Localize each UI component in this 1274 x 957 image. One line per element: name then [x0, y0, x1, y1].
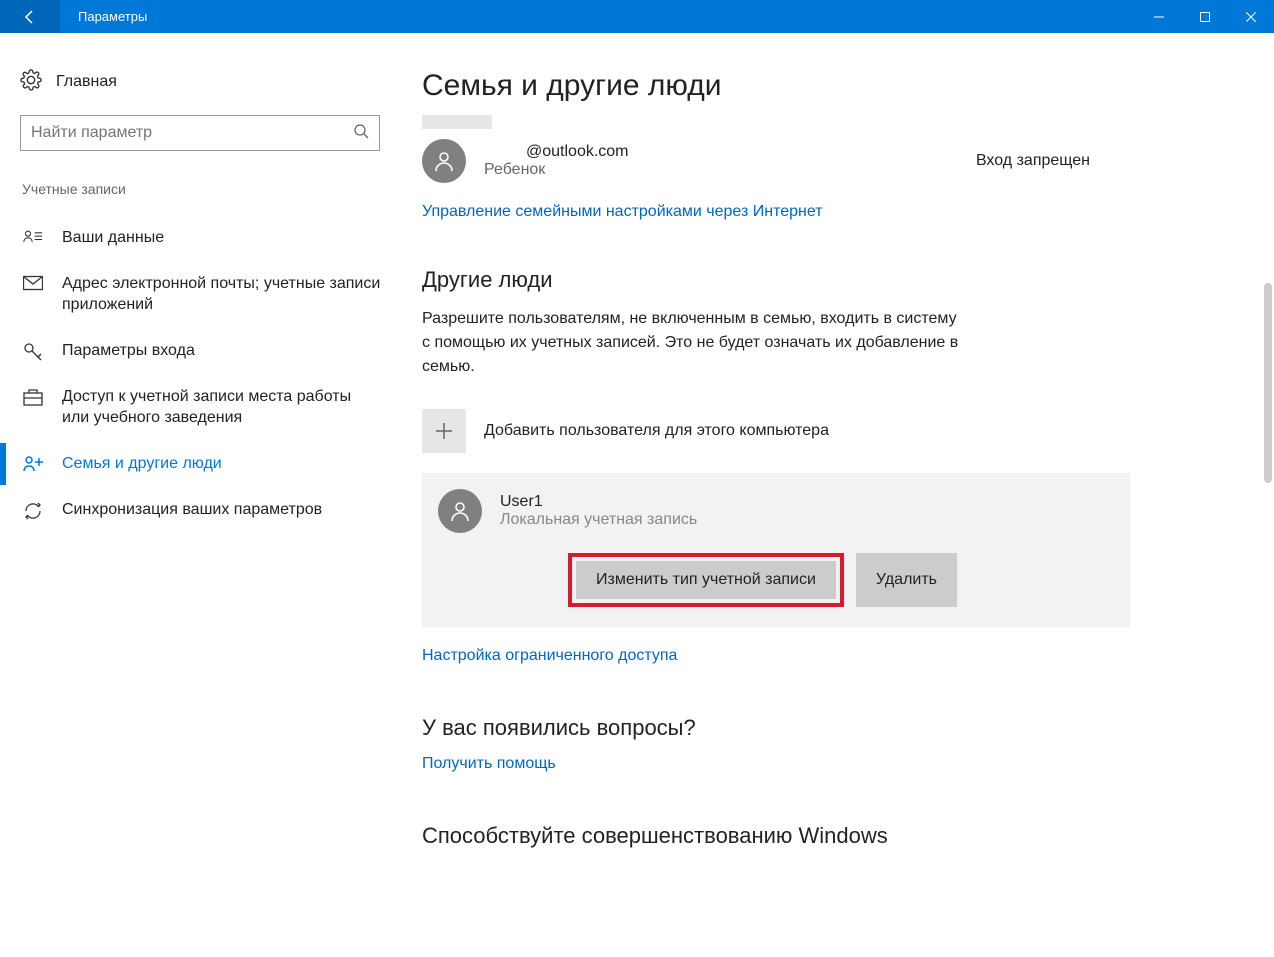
window-title: Параметры	[60, 9, 1136, 24]
avatar	[422, 139, 466, 183]
user-name: User1	[500, 493, 697, 511]
questions-title: У вас появились вопросы?	[422, 715, 1130, 741]
sidebar-item-label: Ваши данные	[62, 227, 164, 249]
sidebar-item-sync[interactable]: Синхронизация ваших параметров	[20, 487, 390, 533]
titlebar: Параметры	[0, 0, 1274, 33]
family-member-email: @outlook.com	[484, 143, 958, 161]
mail-icon	[22, 273, 44, 291]
family-member-status: Вход запрещен	[976, 152, 1130, 170]
sidebar-item-label: Синхронизация ваших параметров	[62, 499, 322, 521]
redacted-block	[422, 115, 492, 129]
sidebar-item-family[interactable]: Семья и другие люди	[20, 441, 390, 487]
family-member-row[interactable]: @outlook.com Ребенок Вход запрещен	[422, 139, 1130, 183]
scrollbar[interactable]	[1264, 283, 1272, 483]
sidebar-item-label: Параметры входа	[62, 340, 195, 362]
highlight-annotation: Изменить тип учетной записи	[568, 553, 844, 607]
back-button[interactable]	[0, 0, 60, 33]
plus-icon	[422, 409, 466, 453]
avatar	[438, 489, 482, 533]
sidebar-item-label: Семья и другие люди	[62, 453, 222, 475]
gear-icon	[20, 69, 42, 95]
get-help-link[interactable]: Получить помощь	[422, 755, 556, 773]
close-button[interactable]	[1228, 0, 1274, 33]
main-content: Семья и другие люди @outlook.com Ребенок…	[410, 33, 1274, 957]
search-input[interactable]	[20, 115, 380, 151]
restricted-access-link[interactable]: Настройка ограниченного доступа	[422, 647, 677, 665]
window-controls	[1136, 0, 1274, 33]
other-people-desc: Разрешите пользователям, не включенным в…	[422, 307, 962, 379]
sidebar-item-signin[interactable]: Параметры входа	[20, 328, 390, 374]
sidebar-item-work[interactable]: Доступ к учетной записи места работы или…	[20, 374, 390, 441]
key-icon	[22, 340, 44, 362]
maximize-button[interactable]	[1182, 0, 1228, 33]
manage-family-link[interactable]: Управление семейными настройками через И…	[422, 203, 823, 221]
add-user-row[interactable]: Добавить пользователя для этого компьюте…	[422, 409, 1130, 453]
other-people-title: Другие люди	[422, 267, 1130, 293]
briefcase-icon	[22, 386, 44, 406]
search-field[interactable]	[31, 124, 353, 142]
sync-icon	[22, 499, 44, 521]
change-account-type-button[interactable]: Изменить тип учетной записи	[576, 561, 836, 599]
user-card[interactable]: User1 Локальная учетная запись Изменить …	[422, 473, 1130, 627]
sidebar-home[interactable]: Главная	[20, 63, 390, 115]
family-member-role: Ребенок	[484, 161, 958, 179]
improve-title: Способствуйте совершенствованию Windows	[422, 823, 1130, 849]
minimize-button[interactable]	[1136, 0, 1182, 33]
people-icon	[22, 453, 44, 473]
sidebar-item-your-info[interactable]: Ваши данные	[20, 215, 390, 261]
sidebar-item-label: Адрес электронной почты; учетные записи …	[62, 273, 382, 316]
sidebar-item-label: Доступ к учетной записи места работы или…	[62, 386, 382, 429]
delete-button[interactable]: Удалить	[856, 553, 957, 607]
add-user-label: Добавить пользователя для этого компьюте…	[484, 422, 829, 440]
person-badge-icon	[22, 227, 44, 245]
user-type: Локальная учетная запись	[500, 511, 697, 529]
sidebar-home-label: Главная	[56, 73, 117, 91]
sidebar-group-title: Учетные записи	[20, 181, 390, 197]
sidebar: Главная Учетные записи Ваши данные Адрес…	[0, 33, 410, 957]
sidebar-item-email[interactable]: Адрес электронной почты; учетные записи …	[20, 261, 390, 328]
search-icon	[353, 123, 369, 143]
page-title: Семья и другие люди	[422, 69, 1130, 103]
